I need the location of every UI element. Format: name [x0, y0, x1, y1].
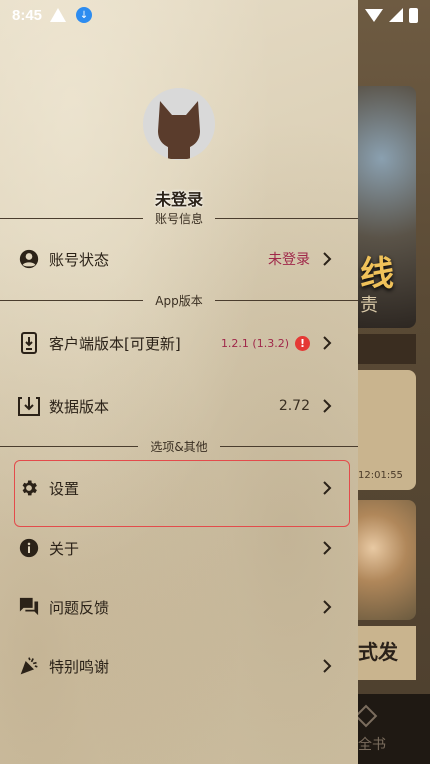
menu-item-label: 关于 [49, 539, 80, 558]
menu-item-label: 账号状态 [49, 250, 110, 269]
menu-item-label: 问题反馈 [49, 598, 110, 617]
warning-icon [50, 8, 67, 22]
data-version-value: 2.72 [278, 398, 310, 414]
section-label: 选项&其他 [150, 440, 208, 454]
background-card-title: 线 [360, 254, 394, 294]
section-header-options: 选项&其他 [0, 438, 359, 455]
info-icon [18, 537, 40, 559]
navigation-drawer: 未登录 账号信息 账号状态 未登录 App版本 客户端版本[可更新] 1.2.1… [0, 0, 359, 764]
chevron-right-icon [320, 336, 334, 350]
account-circle-icon [18, 248, 40, 270]
menu-item-label: 特别鸣谢 [49, 657, 110, 676]
client-version-value: 1.2.1 (1.3.2) [220, 336, 289, 350]
phone-download-icon [18, 332, 40, 354]
menu-item-label: 客户端版本[可更新] [49, 334, 181, 353]
section-label: 账号信息 [155, 212, 204, 226]
feedback-icon [18, 596, 40, 618]
chevron-right-icon [320, 252, 334, 266]
wifi-icon [365, 8, 383, 22]
book-icon [354, 704, 378, 728]
avatar[interactable] [143, 88, 215, 160]
party-popper-icon [18, 655, 40, 677]
chevron-right-icon [320, 659, 334, 673]
background-strip-text: 式发 [358, 640, 398, 664]
section-header-app-version: App版本 [0, 292, 359, 309]
battery-icon [409, 7, 418, 23]
status-indicators [365, 7, 418, 23]
update-badge: ! [295, 335, 310, 351]
menu-item-feedback[interactable]: 问题反馈 [0, 579, 358, 635]
menu-item-label: 设置 [49, 479, 80, 498]
download-box-icon [18, 395, 40, 417]
divider-line [0, 300, 144, 301]
cat-avatar-icon [158, 101, 200, 159]
section-header-account: 账号信息 [0, 210, 359, 227]
divider-line [215, 218, 359, 219]
chevron-right-icon [320, 481, 334, 495]
chevron-right-icon [320, 541, 334, 555]
username[interactable]: 未登录 [0, 186, 358, 210]
background-card-time: 12:01:55 [358, 470, 403, 481]
download-icon: ↓ [76, 7, 93, 23]
menu-item-account-status[interactable]: 账号状态 未登录 [0, 231, 358, 287]
menu-item-settings[interactable]: 设置 [0, 460, 358, 516]
chevron-right-icon [320, 399, 334, 413]
status-time: 8:45 [12, 6, 43, 24]
menu-item-about[interactable]: 关于 [0, 520, 358, 576]
divider-line [219, 446, 359, 447]
divider-line [214, 300, 359, 301]
account-status-value: 未登录 [268, 252, 310, 268]
section-label: App版本 [155, 294, 203, 308]
signal-icon [389, 8, 403, 22]
menu-item-label: 数据版本 [49, 397, 110, 416]
gear-icon [18, 477, 40, 499]
menu-item-special-thanks[interactable]: 特别鸣谢 [0, 638, 358, 694]
divider-line [0, 446, 139, 447]
divider-line [0, 218, 143, 219]
menu-item-client-version[interactable]: 客户端版本[可更新] 1.2.1 (1.3.2) ! [0, 315, 358, 371]
bottom-nav-tab-label: 全书 [358, 737, 386, 753]
menu-item-data-version[interactable]: 数据版本 2.72 [0, 378, 358, 434]
chevron-right-icon [320, 600, 334, 614]
status-bar: 8:45 ↓ [0, 0, 430, 30]
background-card-subtitle: 责 [360, 295, 378, 316]
